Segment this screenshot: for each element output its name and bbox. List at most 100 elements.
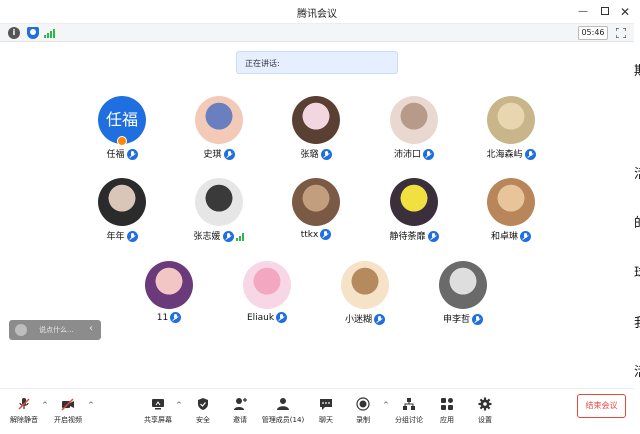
shield-icon — [198, 398, 208, 410]
mic-options-caret[interactable]: ^ — [42, 401, 48, 409]
participant-name: 张志媛 — [193, 232, 221, 242]
participant-tile[interactable]: 史琪 — [174, 96, 264, 166]
mic-icon — [126, 231, 138, 242]
maximize-icon — [601, 7, 609, 15]
mic-icon — [223, 149, 235, 160]
participant-name: 申李哲 — [442, 315, 470, 325]
host-badge-icon — [117, 136, 127, 146]
avatar — [145, 261, 193, 309]
avatar — [195, 178, 243, 226]
close-button[interactable]: ✕ — [616, 3, 634, 21]
breakout-rooms-button[interactable]: 分组讨论 — [389, 395, 429, 431]
minimize-button[interactable]: — — [574, 3, 592, 21]
participant-name-row: 小迷糊 — [320, 312, 410, 325]
avatar — [390, 178, 438, 226]
participant-name: Eliauk — [246, 313, 275, 323]
participant-name-row: ttkx — [271, 229, 361, 240]
avatar — [243, 261, 291, 309]
avatar — [390, 96, 438, 144]
settings-label: 设置 — [478, 416, 492, 424]
settings-button[interactable]: 设置 — [465, 395, 505, 431]
participant-tile[interactable]: 沛沛口 — [369, 96, 459, 166]
participant-name-row: 年年 — [77, 229, 167, 242]
participant-name: 和卓琳 — [490, 232, 518, 242]
participant-name: 任福 — [106, 150, 125, 160]
apps-grid-icon — [441, 398, 453, 410]
breakout-rooms-icon — [403, 398, 415, 410]
meeting-timer: 05:46 — [578, 26, 608, 40]
mic-icon — [276, 312, 288, 323]
participant-tile[interactable]: 静待荼靡 — [369, 178, 459, 248]
unmute-button[interactable]: 解除静音 — [4, 395, 44, 431]
participant-name: 静待荼靡 — [389, 232, 426, 242]
video-off-icon — [61, 398, 74, 411]
participant-tile[interactable]: 张璐 — [271, 96, 361, 166]
record-icon — [356, 397, 370, 411]
participant-name: 小迷糊 — [344, 315, 372, 325]
info-icon[interactable]: i — [8, 27, 20, 39]
participant-name-row: 申李哲 — [418, 312, 508, 325]
mic-icon — [520, 231, 531, 242]
start-video-label: 开启视频 — [54, 416, 82, 424]
mic-icon — [320, 149, 332, 160]
participant-tile[interactable]: 11 — [124, 261, 214, 331]
share-screen-icon — [152, 399, 164, 410]
maximize-button[interactable] — [596, 3, 614, 21]
mic-icon — [320, 229, 332, 240]
record-button[interactable]: 录制 — [343, 395, 383, 431]
meeting-toolbar: 解除静音 ^ 开启视频 ^ 共享屏幕 ^ 安全 邀请 管理成员(14) 聊天 录… — [0, 388, 634, 434]
participant-tile[interactable]: ttkx — [271, 178, 361, 248]
participant-tile[interactable]: 任福 任福 — [77, 96, 167, 166]
chat-input-bar[interactable]: 说点什么... ‹ — [9, 320, 101, 340]
shield-icon[interactable] — [27, 27, 39, 39]
mic-icon — [427, 231, 439, 242]
participant-name: 史琪 — [203, 150, 222, 160]
participant-name-row: 史琪 — [174, 147, 264, 160]
avatar — [439, 261, 487, 309]
participant-tile[interactable]: 北海森屿 — [466, 96, 556, 166]
network-signal-icon[interactable] — [44, 28, 56, 38]
muted-mic-icon — [18, 398, 30, 410]
record-options-caret[interactable]: ^ — [383, 401, 389, 409]
edge-text: 期 — [634, 49, 640, 95]
emoji-icon[interactable] — [15, 324, 27, 336]
participant-name: 11 — [156, 313, 169, 323]
participant-name-row: 沛沛口 — [369, 147, 459, 160]
invite-button[interactable]: 邀请 — [220, 395, 260, 431]
security-button[interactable]: 安全 — [183, 395, 223, 431]
volume-level-icon — [235, 232, 245, 241]
video-options-caret[interactable]: ^ — [88, 401, 94, 409]
chat-button[interactable]: 聊天 — [306, 395, 346, 431]
collapse-chevron-icon[interactable]: ‹ — [89, 323, 93, 334]
end-meeting-button[interactable]: 结束会议 — [577, 394, 626, 418]
fullscreen-icon[interactable] — [616, 28, 626, 38]
mic-icon — [222, 231, 234, 242]
background-window-edge: 期 活 的 球 我 活 — [634, 0, 640, 434]
manage-members-button[interactable]: 管理成员(14) — [262, 395, 304, 431]
apps-button[interactable]: 应用 — [427, 395, 467, 431]
participant-tile[interactable]: 年年 — [77, 178, 167, 248]
participant-tile[interactable]: 小迷糊 — [320, 261, 410, 331]
participant-tile[interactable]: 申李哲 — [418, 261, 508, 331]
window-title: 腾讯会议 — [297, 9, 337, 20]
participant-tile[interactable]: 张志媛 — [174, 178, 264, 248]
start-video-button[interactable]: 开启视频 — [48, 395, 88, 431]
participant-name-row: 任福 — [77, 147, 167, 160]
edge-text: 活 — [634, 350, 640, 396]
avatar — [98, 178, 146, 226]
share-options-caret[interactable]: ^ — [176, 401, 182, 409]
speaking-indicator: 正在讲话: — [236, 51, 398, 74]
avatar — [341, 261, 389, 309]
avatar — [292, 178, 340, 226]
participant-tile[interactable]: 和卓琳 — [466, 178, 556, 248]
participant-name-row: 北海森屿 — [466, 147, 556, 160]
share-screen-button[interactable]: 共享屏幕 — [138, 395, 178, 431]
avatar — [487, 178, 535, 226]
title-bar: 腾讯会议 — ✕ — [0, 0, 634, 24]
avatar — [292, 96, 340, 144]
add-person-icon — [234, 398, 247, 410]
participant-name-row: 张志媛 — [174, 229, 264, 242]
mic-icon — [472, 314, 483, 325]
participant-tile[interactable]: Eliauk — [222, 261, 312, 331]
participant-name: 张璐 — [300, 150, 319, 160]
